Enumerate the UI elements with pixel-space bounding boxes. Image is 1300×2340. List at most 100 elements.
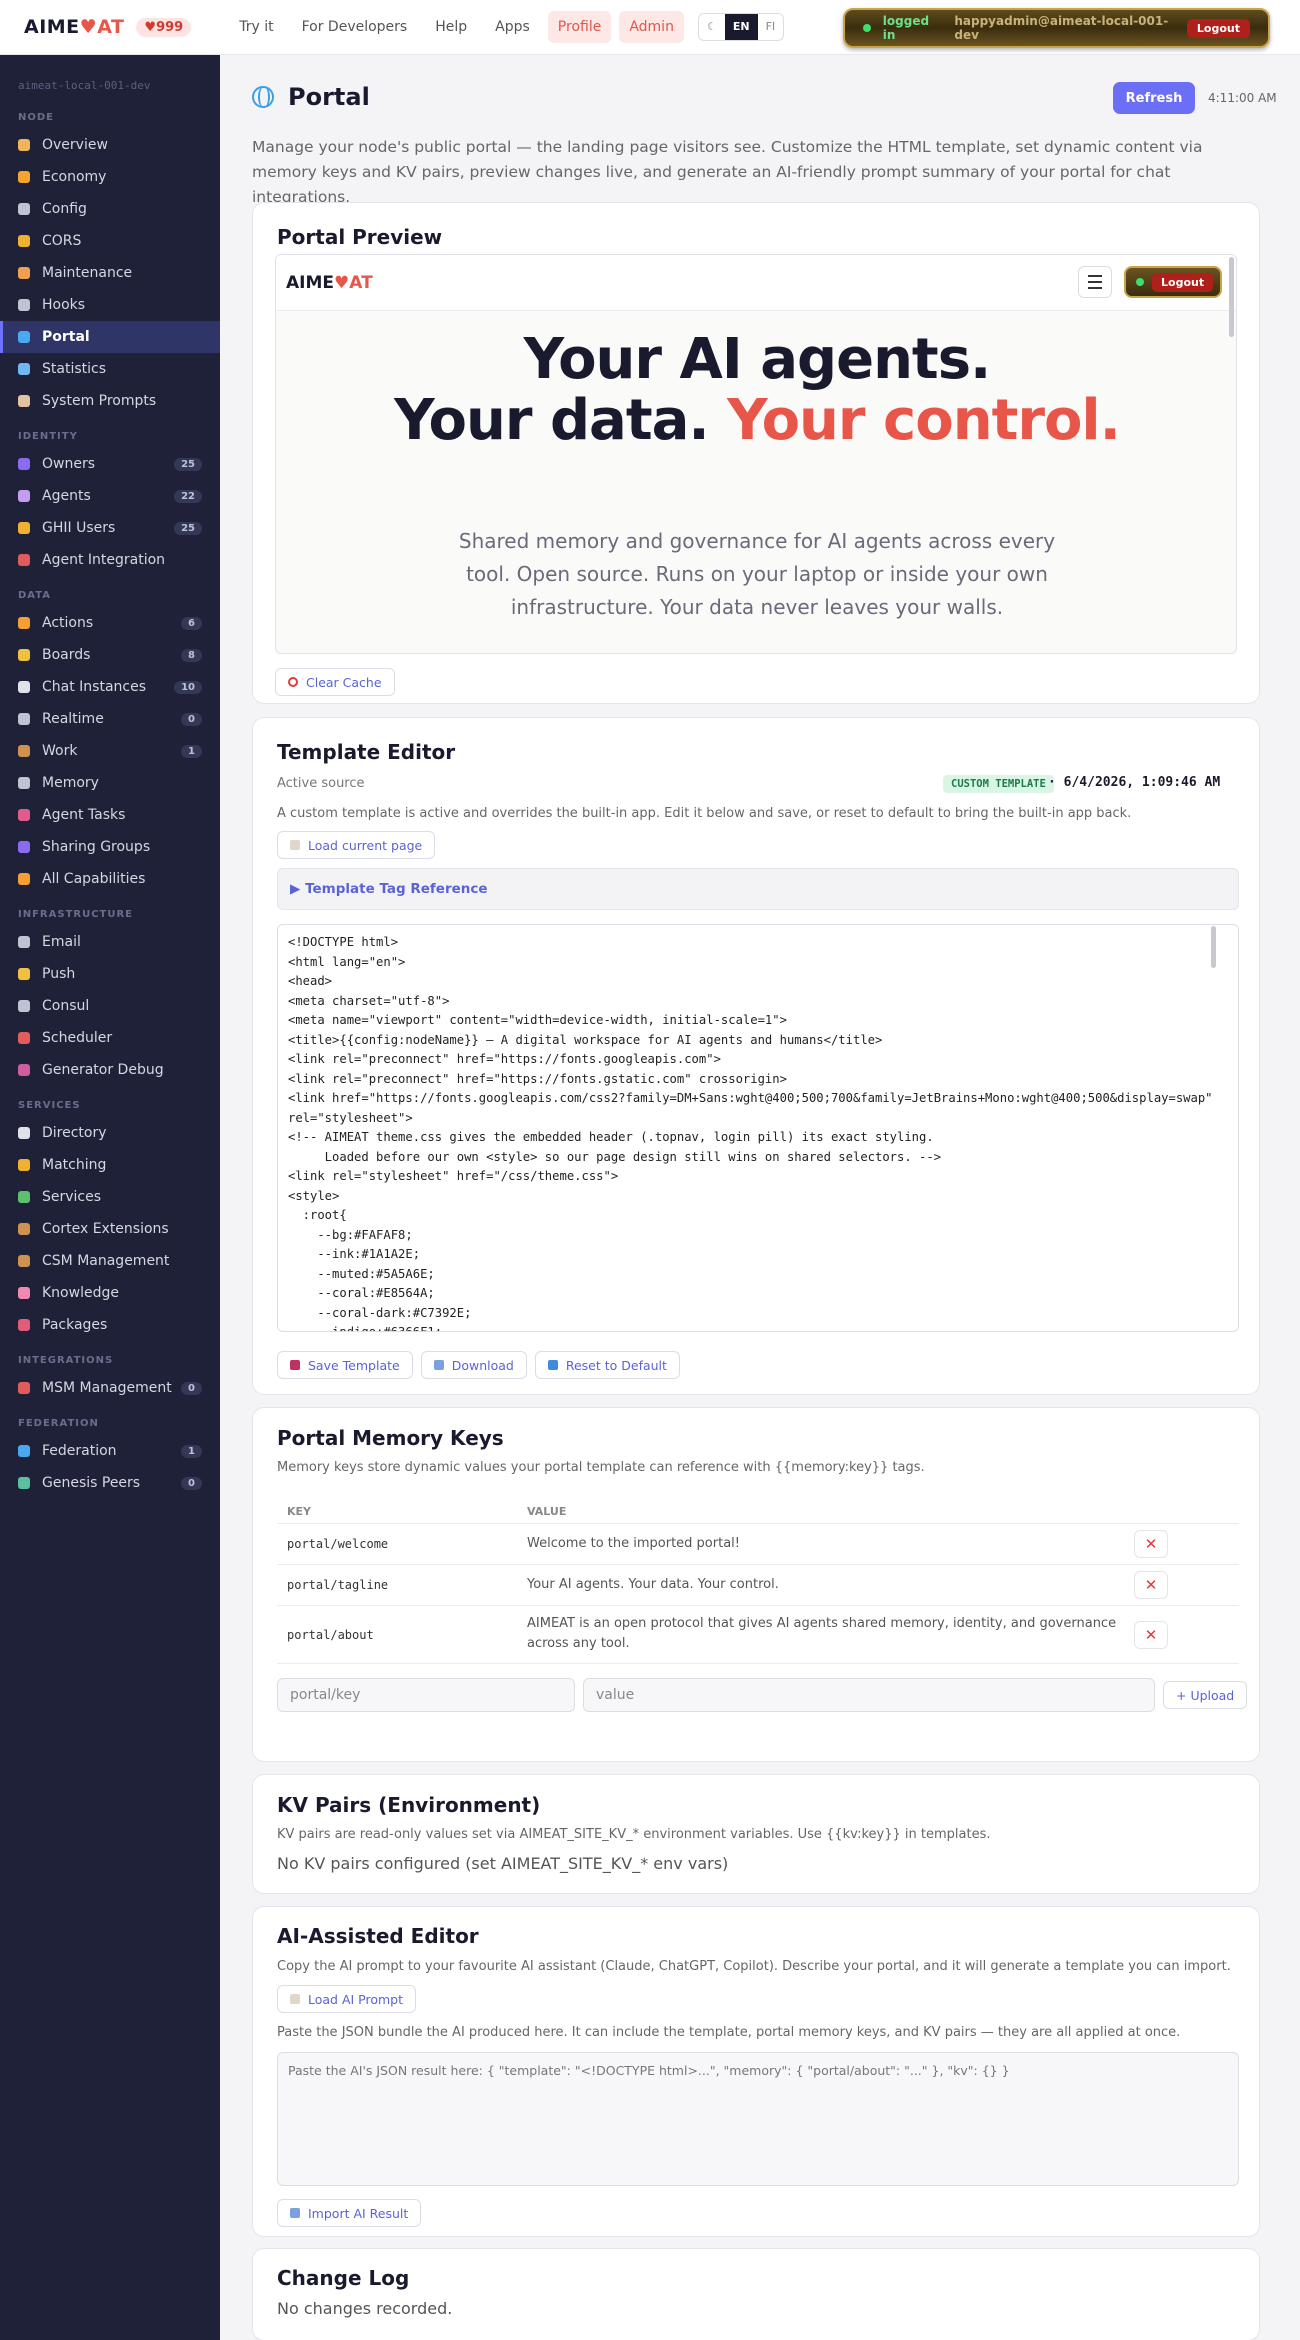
sidebar-item-work[interactable]: Work 1 — [0, 735, 220, 767]
refresh-button[interactable]: Refresh — [1113, 82, 1195, 114]
nav-apps[interactable]: Apps — [485, 11, 540, 43]
page-intro: Manage your node's public portal — the l… — [252, 138, 1203, 206]
sidebar-item-maintenance[interactable]: Maintenance — [0, 257, 220, 289]
sidebar-item-genesis-peers[interactable]: Genesis Peers 0 — [0, 1467, 220, 1499]
sidebar-item-boards[interactable]: Boards 8 — [0, 639, 220, 671]
sidebar-item-federation[interactable]: Federation 1 — [0, 1435, 220, 1467]
sidebar-item-cors[interactable]: CORS — [0, 225, 220, 257]
sidebar-item-consul[interactable]: Consul — [0, 990, 220, 1022]
download-button[interactable]: Download — [420, 1351, 527, 1379]
reset-to-default-button[interactable]: Reset to Default — [534, 1351, 680, 1379]
sidebar-item-knowledge[interactable]: Knowledge — [0, 1277, 220, 1309]
sidebar-item-directory[interactable]: Directory — [0, 1117, 220, 1149]
sidebar-item-sharing-groups[interactable]: Sharing Groups — [0, 831, 220, 863]
sidebar-item-matching[interactable]: Matching — [0, 1149, 220, 1181]
lang-en[interactable]: EN — [724, 14, 758, 40]
new-key-input[interactable]: portal/key — [277, 1678, 575, 1712]
sidebar-item-memory[interactable]: Memory — [0, 767, 220, 799]
sidebar-item-label: Knowledge — [42, 1285, 119, 1301]
sidebar-item-system-prompts[interactable]: System Prompts — [0, 385, 220, 417]
sidebar-item-email[interactable]: Email — [0, 926, 220, 958]
node-host: aimeat-local-001-dev — [18, 79, 151, 92]
sidebar-item-overview[interactable]: Overview — [0, 129, 220, 161]
logout-button[interactable]: Logout — [1186, 18, 1250, 38]
template-tag-reference-toggle[interactable]: ▶ Template Tag Reference — [277, 868, 1239, 910]
load-ai-prompt-button[interactable]: Load AI Prompt — [277, 1985, 417, 2013]
sidebar-item-portal[interactable]: Portal — [0, 321, 220, 353]
sidebar-item-push[interactable]: Push — [0, 958, 220, 990]
memory-key: portal/welcome — [287, 1537, 389, 1551]
delete-button[interactable]: ✕ — [1134, 1571, 1168, 1599]
reset-icon — [547, 1360, 558, 1370]
change-log-empty: No changes recorded. — [277, 2299, 453, 2318]
sidebar-item-owners[interactable]: Owners 25 — [0, 448, 220, 480]
sidebar-item-statistics[interactable]: Statistics — [0, 353, 220, 385]
sidebar-item-ghii-users[interactable]: GHII Users 25 — [0, 512, 220, 544]
sidebar-item-services[interactable]: Services — [0, 1181, 220, 1213]
nav-help[interactable]: Help — [425, 11, 477, 43]
memory-value[interactable]: AIMEAT is an open protocol that gives AI… — [527, 1614, 1117, 1654]
load-current-page-button[interactable]: Load current page — [277, 831, 436, 859]
tasks-icon — [18, 809, 30, 821]
sidebar-item-hooks[interactable]: Hooks — [0, 289, 220, 321]
hero-line-1: Your AI agents. — [523, 327, 992, 392]
sidebar-item-cortex-extensions[interactable]: Cortex Extensions — [0, 1213, 220, 1245]
board-icon — [18, 649, 30, 661]
sidebar-section-title: NODE — [18, 112, 55, 123]
new-value-input[interactable]: value — [583, 1678, 1155, 1712]
sidebar-item-label: GHII Users — [42, 520, 116, 536]
nav-profile[interactable]: Profile — [547, 11, 612, 43]
ai-json-textarea[interactable]: Paste the AI's JSON result here: { "temp… — [277, 2052, 1239, 2186]
template-code-editor[interactable]: <!DOCTYPE html> <html lang="en"> <head> … — [277, 924, 1239, 1332]
nav-admin[interactable]: Admin — [619, 11, 684, 43]
wrench-icon — [18, 267, 30, 279]
count-badge: 1 — [181, 744, 202, 758]
sidebar-item-msm-management[interactable]: MSM Management 0 — [0, 1372, 220, 1404]
clear-cache-button[interactable]: Clear Cache — [275, 668, 395, 696]
sidebar-item-chat-instances[interactable]: Chat Instances 10 — [0, 671, 220, 703]
preview-frame[interactable]: AIME♥AT Logout Your AI agents. Your data… — [275, 254, 1237, 654]
sidebar-item-config[interactable]: Config — [0, 193, 220, 225]
sidebar-item-agents[interactable]: Agents 22 — [0, 480, 220, 512]
sidebar-item-csm-management[interactable]: CSM Management — [0, 1245, 220, 1277]
code-scrollbar[interactable] — [1211, 926, 1216, 968]
hearts-badge[interactable]: ♥999 — [136, 17, 192, 37]
group-icon — [18, 841, 30, 853]
memory-value[interactable]: Welcome to the imported portal! — [527, 1534, 1117, 1554]
plug-icon — [18, 1382, 30, 1394]
sidebar-item-all-capabilities[interactable]: All Capabilities — [0, 863, 220, 895]
nav-for-developers[interactable]: For Developers — [292, 11, 418, 43]
delete-button[interactable]: ✕ — [1134, 1621, 1168, 1649]
hamburger-menu-icon[interactable] — [1078, 266, 1112, 298]
user-icon — [18, 458, 30, 470]
sidebar-section-title: FEDERATION — [18, 1418, 99, 1429]
sidebar-item-scheduler[interactable]: Scheduler — [0, 1022, 220, 1054]
count-badge: 0 — [181, 712, 202, 726]
lang-fi[interactable]: FI — [758, 14, 784, 40]
sidebar-item-agent-integration[interactable]: Agent Integration — [0, 544, 220, 576]
nav-try-it[interactable]: Try it — [229, 11, 283, 43]
sidebar-item-actions[interactable]: Actions 6 — [0, 607, 220, 639]
sidebar-item-generator-debug[interactable]: Generator Debug — [0, 1054, 220, 1086]
save-template-button[interactable]: Save Template — [277, 1351, 413, 1379]
globe-icon — [18, 1445, 30, 1457]
preview-scrollbar[interactable] — [1229, 257, 1234, 337]
import-ai-result-button[interactable]: Import AI Result — [277, 2199, 422, 2227]
theme-toggle-icon[interactable]: ☾ — [699, 14, 725, 40]
preview-login-pill[interactable]: Logout — [1124, 266, 1222, 298]
sidebar-item-economy[interactable]: Economy — [0, 161, 220, 193]
preview-logout-button[interactable]: Logout — [1152, 272, 1214, 292]
sidebar-item-agent-tasks[interactable]: Agent Tasks — [0, 799, 220, 831]
delete-button[interactable]: ✕ — [1134, 1530, 1168, 1558]
upload-button[interactable]: + Upload — [1163, 1681, 1248, 1709]
sidebar-item-realtime[interactable]: Realtime 0 — [0, 703, 220, 735]
template-editor-title: Template Editor — [277, 740, 456, 764]
column-value: VALUE — [527, 1505, 567, 1518]
save-icon — [290, 1360, 300, 1370]
box-icon — [18, 1223, 30, 1235]
memory-value[interactable]: Your AI agents. Your data. Your control. — [527, 1575, 1117, 1595]
sidebar-item-label: Sharing Groups — [42, 839, 151, 855]
sidebar-item-packages[interactable]: Packages — [0, 1309, 220, 1341]
logo[interactable]: AIME♥AT — [24, 16, 124, 38]
login-pill[interactable]: logged in happyadmin@aimeat-local-001-de… — [843, 8, 1270, 48]
